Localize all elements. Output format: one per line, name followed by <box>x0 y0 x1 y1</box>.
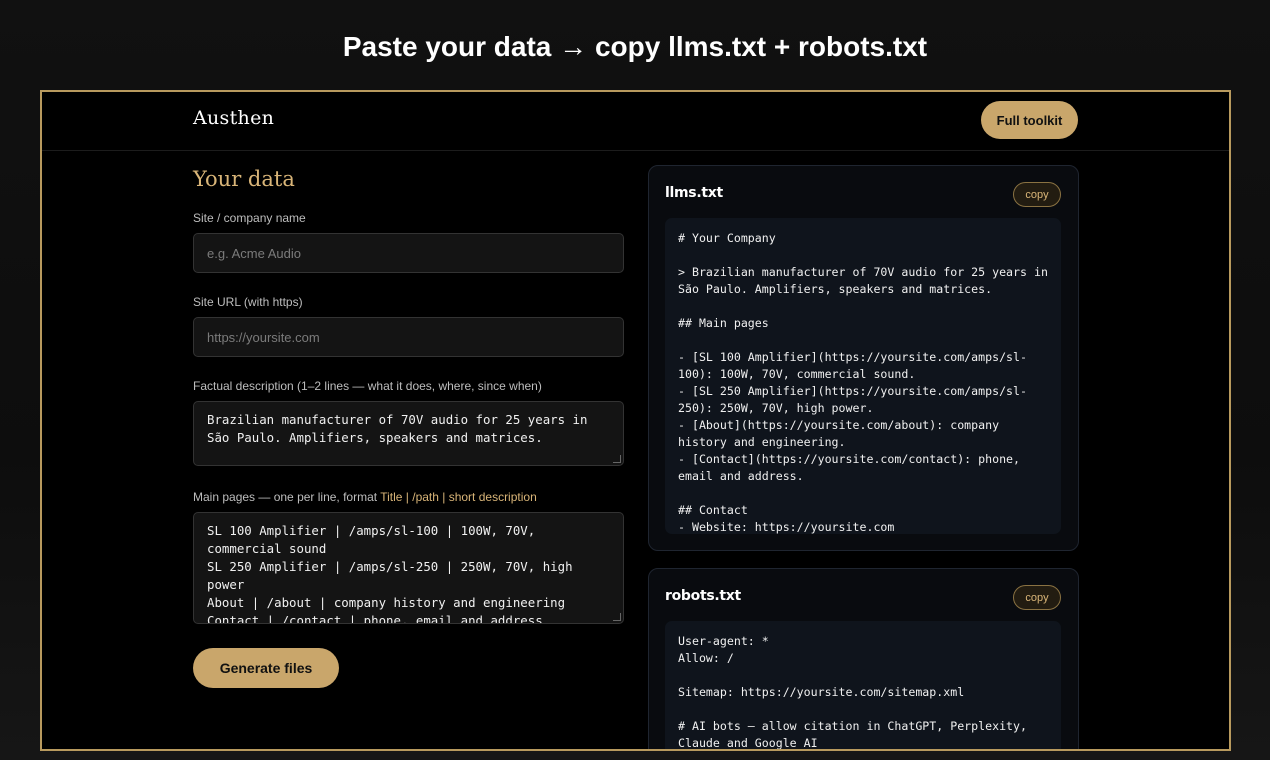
llms-code-block[interactable]: # Your Company > Brazilian manufacturer … <box>665 218 1061 534</box>
robots-copy-button[interactable]: copy <box>1013 585 1061 610</box>
main-pages-label-text: Main pages — one per line, format <box>193 490 381 504</box>
site-url-input[interactable]: https://yoursite.com <box>193 317 624 357</box>
app-frame: Austhen Full toolkit Your data Site / co… <box>40 90 1231 751</box>
robots-card-header: robots.txt copy <box>649 569 1078 621</box>
robots-code-block[interactable]: User-agent: * Allow: / Sitemap: https://… <box>665 621 1061 749</box>
brand-logo[interactable]: Austhen <box>193 107 274 129</box>
llms-card-header: llms.txt copy <box>649 166 1078 218</box>
company-name-label: Site / company name <box>193 211 306 225</box>
llms-card-title: llms.txt <box>665 185 723 201</box>
company-name-input[interactable]: e.g. Acme Audio <box>193 233 624 273</box>
data-form: Your data Site / company name e.g. Acme … <box>193 167 624 688</box>
top-bar: Austhen Full toolkit <box>42 92 1229 151</box>
description-textarea[interactable]: Brazilian manufacturer of 70V audio for … <box>193 401 624 466</box>
main-pages-format-hint: Title | /path | short description <box>380 490 537 504</box>
description-label: Factual description (1–2 lines — what it… <box>193 379 542 393</box>
full-toolkit-button[interactable]: Full toolkit <box>981 101 1078 139</box>
llms-card: llms.txt copy # Your Company > Brazilian… <box>648 165 1079 551</box>
page-banner: Paste your data → copy llms.txt + robots… <box>342 31 928 62</box>
generate-files-button[interactable]: Generate files <box>193 648 339 688</box>
form-title: Your data <box>193 167 295 191</box>
site-url-label: Site URL (with https) <box>193 295 303 309</box>
main-pages-label: Main pages — one per line, format Title … <box>193 488 624 506</box>
main-pages-textarea[interactable]: SL 100 Amplifier | /amps/sl-100 | 100W, … <box>193 512 624 624</box>
robots-card: robots.txt copy User-agent: * Allow: / S… <box>648 568 1079 749</box>
llms-copy-button[interactable]: copy <box>1013 182 1061 207</box>
robots-card-title: robots.txt <box>665 588 741 604</box>
